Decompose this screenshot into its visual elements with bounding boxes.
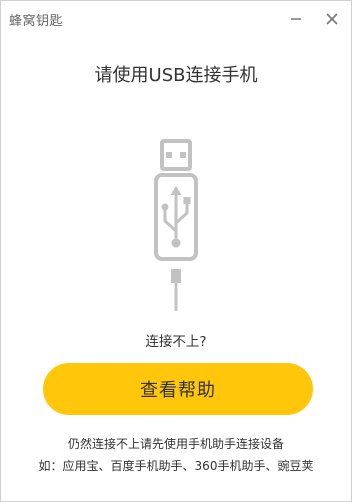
view-help-button[interactable]: 查看帮助 [43, 363, 313, 415]
fallback-examples: 如：应用宝、百度手机助手、360手机助手、豌豆荚 [38, 459, 314, 473]
connection-hint: 连接不上? [145, 334, 207, 350]
app-title: 蜂窝钥匙 [9, 14, 64, 29]
fallback-instruction: 仍然连接不上请先使用手机助手连接设备 [67, 437, 284, 451]
close-button[interactable] [321, 8, 343, 30]
page-title: 请使用USB连接手机 [94, 65, 258, 86]
app-window: 蜂窝钥匙 请使用USB连接手机 连接不上? 查看帮助 仍然连接不上请先使用手机助… [0, 0, 352, 502]
minimize-icon [291, 18, 301, 20]
title-bar[interactable]: 蜂窝钥匙 [1, 1, 351, 37]
usb-connector-icon [154, 139, 198, 311]
minimize-button[interactable] [285, 8, 307, 30]
close-icon [326, 13, 338, 25]
